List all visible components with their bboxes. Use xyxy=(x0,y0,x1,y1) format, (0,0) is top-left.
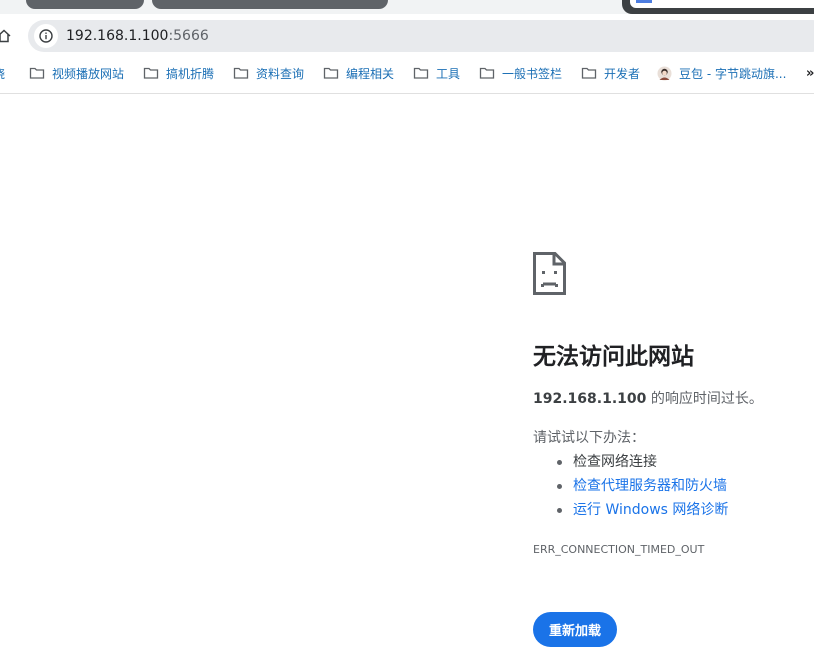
address-bar[interactable]: 192.168.1.100:5666 xyxy=(28,20,814,52)
toolbar: 192.168.1.100:5666 xyxy=(0,14,814,58)
bookmark-folder[interactable]: 工具 xyxy=(413,65,460,81)
tab[interactable] xyxy=(152,0,388,9)
bookmark-label: 资料查询 xyxy=(256,66,305,81)
bookmarks-overflow-button[interactable]: » xyxy=(806,66,814,81)
bookmark-label: 视频播放网站 xyxy=(52,66,125,81)
url-text[interactable]: 192.168.1.100:5666 xyxy=(66,27,209,45)
error-host: 192.168.1.100 xyxy=(533,391,647,407)
tab-inner xyxy=(630,0,814,8)
bookmark-cut[interactable]: 烧 xyxy=(0,65,5,82)
toolbar-divider xyxy=(0,93,814,94)
tab-strip xyxy=(0,0,814,14)
bookmarks-bar: 烧 视频播放网站 搞机折腾 资料查询 编程相关 工具 一般书签栏 开发者 豆包 … xyxy=(0,58,814,88)
tab-favicon xyxy=(636,0,652,3)
bookmark-label: 工具 xyxy=(436,66,461,81)
suggestion-windows-diagnostics-link[interactable]: 运行 Windows 网络诊断 xyxy=(533,500,728,524)
url-port: :5666 xyxy=(168,28,209,44)
site-info-button[interactable] xyxy=(34,24,58,48)
bookmark-folder[interactable]: 资料查询 xyxy=(233,65,304,81)
folder-icon xyxy=(143,66,159,80)
folder-icon xyxy=(29,66,45,80)
folder-icon xyxy=(233,66,249,80)
bookmark-label: 搞机折腾 xyxy=(166,66,215,81)
bookmark-folder[interactable]: 编程相关 xyxy=(323,65,394,81)
folder-icon xyxy=(479,66,495,80)
suggestion-check-proxy-link[interactable]: 检查代理服务器和防火墙 xyxy=(533,476,728,500)
bookmark-folder[interactable]: 开发者 xyxy=(581,65,640,81)
home-icon xyxy=(0,29,11,43)
suggestion-list: 检查网络连接 检查代理服务器和防火墙 运行 Windows 网络诊断 xyxy=(533,452,728,524)
bookmark-folder[interactable]: 一般书签栏 xyxy=(479,65,562,81)
bookmark-label: 编程相关 xyxy=(346,66,395,81)
sad-page-icon xyxy=(533,252,566,295)
folder-icon xyxy=(581,66,597,80)
suggestion-check-connection: 检查网络连接 xyxy=(533,452,728,476)
error-description-suffix: 的响应时间过长。 xyxy=(646,391,763,407)
error-code: ERR_CONNECTION_TIMED_OUT xyxy=(533,543,705,556)
bookmark-folder[interactable]: 视频播放网站 xyxy=(29,65,124,81)
bookmark-label: 开发者 xyxy=(604,66,641,81)
reload-button[interactable]: 重新加载 xyxy=(533,612,617,647)
doubao-avatar-icon xyxy=(657,66,672,81)
tab[interactable] xyxy=(26,0,144,9)
home-button[interactable] xyxy=(0,24,14,48)
error-title: 无法访问此网站 xyxy=(533,344,694,370)
folder-icon xyxy=(413,66,429,80)
bookmark-label: 豆包 - 字节跳动旗... xyxy=(679,66,787,81)
try-label: 请试试以下办法： xyxy=(533,430,645,446)
error-description: 192.168.1.100 的响应时间过长。 xyxy=(533,388,763,410)
bookmark-folder[interactable]: 搞机折腾 xyxy=(143,65,214,81)
bookmark-label: 一般书签栏 xyxy=(502,66,563,81)
folder-icon xyxy=(323,66,339,80)
info-icon xyxy=(39,29,53,43)
url-host: 192.168.1.100 xyxy=(66,28,169,44)
bookmark-link[interactable]: 豆包 - 字节跳动旗... xyxy=(657,65,786,81)
